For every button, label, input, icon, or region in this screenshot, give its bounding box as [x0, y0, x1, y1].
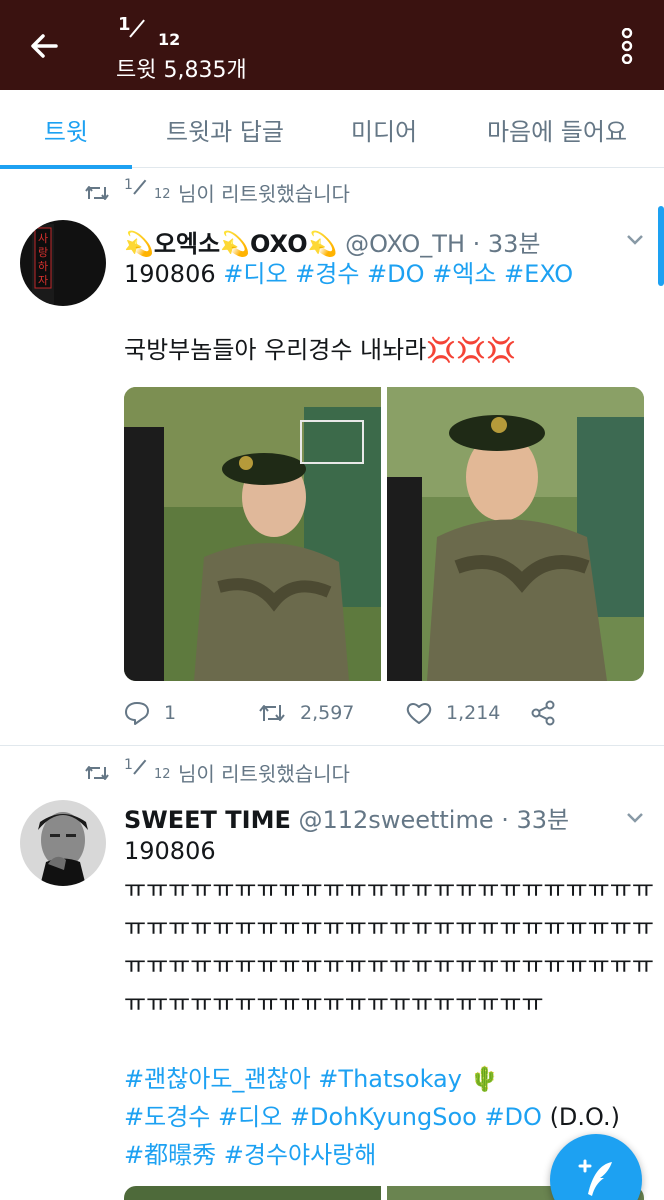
back-arrow-icon[interactable]	[24, 26, 64, 66]
hashtags[interactable]: #괜찮아도_괜찮아 #Thatsokay 🌵	[124, 1065, 499, 1093]
tweet-1[interactable]: 1 12 님이 리트윗했습니다 사 랑 하 자 💫오엑소💫OXO💫 @OXO_T…	[0, 168, 664, 748]
fraction-numerator: 1	[118, 14, 131, 35]
retweet-button[interactable]: 2,597	[258, 702, 406, 724]
retweet-indicator: 1 12 님이 리트윗했습니다	[84, 757, 350, 787]
media-photo-1[interactable]	[124, 387, 381, 681]
tweet-actions: 1 2,597 1,214	[124, 695, 644, 731]
svg-text:사: 사	[38, 232, 48, 245]
header-title: 1 12 트윗 5,835개	[116, 12, 247, 84]
reply-button[interactable]: 1	[124, 701, 258, 725]
avatar[interactable]: 사 랑 하 자	[20, 220, 106, 306]
tweet-count: 트윗 5,835개	[116, 58, 247, 83]
profile-tabs: 트윗 트윗과 답글 미디어 마음에 들어요	[0, 90, 664, 169]
retweet-label: 님이 리트윗했습니다	[178, 182, 350, 206]
tweet-2[interactable]: 1 12 님이 리트윗했습니다 SWEET TIME @112sweettime…	[0, 746, 664, 1200]
tweet-media[interactable]	[124, 387, 644, 681]
tab-tweets[interactable]: 트윗	[0, 90, 132, 169]
app-header: 1 12 트윗 5,835개	[0, 0, 664, 90]
tweet-author[interactable]: SWEET TIME @112sweettime · 33분	[124, 800, 569, 835]
tweet-text: 190806 #디오 #경수 #DO #엑소 #EXO 국방부놈들아 우리경수 …	[124, 260, 574, 364]
media-photo-1[interactable]	[124, 1186, 381, 1200]
retweet-indicator: 1 12 님이 리트윗했습니다	[84, 177, 350, 207]
hashtags[interactable]: #도경수 #디오 #DohKyungSoo #DO	[124, 1103, 542, 1131]
like-button[interactable]: 1,214	[406, 701, 530, 725]
chevron-down-icon[interactable]	[626, 234, 644, 246]
share-icon	[531, 700, 555, 726]
tweet-text: 190806 ㅠㅠㅠㅠㅠㅠㅠㅠㅠㅠㅠㅠㅠㅠㅠㅠㅠㅠㅠㅠㅠㅠㅠㅠ ㅠㅠㅠㅠㅠㅠㅠㅠ…	[124, 837, 654, 1169]
like-count: 1,214	[446, 702, 501, 724]
hashtags[interactable]: #都暻秀 #경수야사랑해	[124, 1141, 376, 1169]
svg-text:하: 하	[38, 259, 48, 273]
retweet-count: 2,597	[300, 702, 355, 724]
fraction-slash	[129, 19, 145, 38]
more-options-icon[interactable]	[620, 27, 634, 65]
tab-likes[interactable]: 마음에 들어요	[450, 90, 664, 168]
retweeter-name[interactable]: 1 12	[124, 757, 178, 785]
media-photo-2[interactable]	[387, 387, 644, 681]
fraction-denominator: 12	[158, 30, 181, 49]
chevron-down-icon[interactable]	[626, 812, 644, 824]
display-name[interactable]: 💫오엑소💫OXO💫	[124, 230, 338, 258]
reply-count: 1	[164, 702, 177, 724]
retweet-label: 님이 리트윗했습니다	[178, 762, 350, 786]
display-name[interactable]: SWEET TIME	[124, 806, 291, 834]
retweet-small-icon	[85, 765, 109, 780]
svg-text:자: 자	[38, 274, 48, 287]
retweeter-name[interactable]: 1 12	[124, 177, 178, 205]
tweet-author[interactable]: 💫오엑소💫OXO💫 @OXO_TH · 33분	[124, 224, 541, 259]
retweet-small-icon	[85, 185, 109, 200]
tab-tweets-and-replies[interactable]: 트윗과 답글	[132, 90, 318, 168]
retweet-icon	[259, 705, 285, 721]
reply-icon	[125, 702, 149, 725]
compose-feather-icon	[578, 1159, 612, 1196]
scrollbar[interactable]	[658, 206, 664, 286]
svg-text:랑: 랑	[38, 246, 48, 259]
handle-and-time: @112sweettime · 33분	[298, 806, 570, 834]
compose-tweet-button[interactable]	[550, 1134, 642, 1200]
hashtags[interactable]: #디오 #경수 #DO #엑소 #EXO	[223, 260, 573, 288]
heart-icon	[406, 703, 432, 724]
handle-and-time: @OXO_TH · 33분	[345, 230, 541, 258]
tab-media[interactable]: 미디어	[318, 90, 450, 168]
profile-name-fraction: 1 12	[116, 12, 196, 49]
share-button[interactable]	[530, 700, 570, 726]
avatar[interactable]	[20, 800, 106, 886]
